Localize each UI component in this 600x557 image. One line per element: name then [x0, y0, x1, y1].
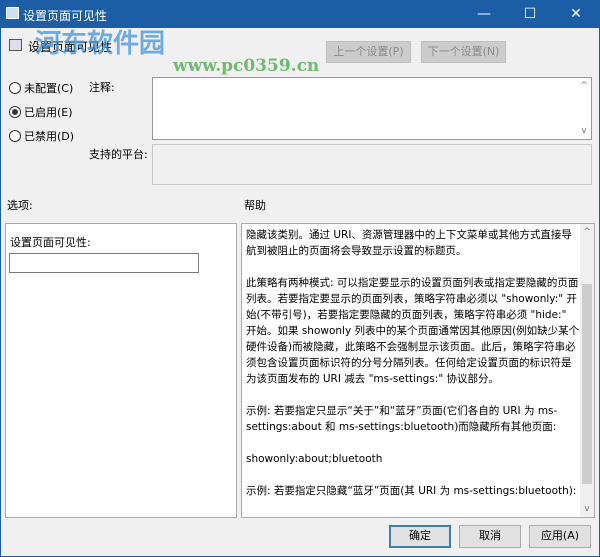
- ok-button[interactable]: 确定: [389, 525, 451, 548]
- visibility-input[interactable]: [9, 253, 199, 273]
- next-setting-button[interactable]: 下一个设置(N): [421, 41, 506, 63]
- apply-button[interactable]: 应用(A): [529, 525, 591, 548]
- window-title: 设置页面可见性: [23, 9, 108, 23]
- cancel-button[interactable]: 取消: [459, 525, 521, 548]
- radio-circle[interactable]: [9, 106, 21, 118]
- title-bar: 设置页面可见性 — ☐ ✕: [1, 1, 599, 28]
- platform-label: 支持的平台:: [89, 148, 148, 161]
- scroll-thumb[interactable]: [582, 284, 592, 484]
- maximize-button[interactable]: ☐: [507, 1, 553, 28]
- help-scrollbar[interactable]: ^ v: [580, 224, 594, 517]
- policy-name: 设置页面可见性: [28, 40, 113, 54]
- help-panel: 隐藏该类别。通过 URI、资源管理器中的上下文菜单或其他方式直接导航到被阻止的页…: [241, 223, 595, 518]
- radio-disabled[interactable]: 已禁用(D): [9, 128, 74, 144]
- platform-field: [152, 144, 592, 185]
- comment-label: 注释:: [89, 81, 115, 94]
- comment-textarea[interactable]: ^ v: [152, 77, 592, 140]
- options-panel: 设置页面可见性:: [5, 223, 237, 518]
- radio-enabled[interactable]: 已启用(E): [9, 104, 73, 120]
- help-text: 隐藏该类别。通过 URI、资源管理器中的上下文菜单或其他方式直接导航到被阻止的页…: [246, 229, 580, 497]
- radio-not-configured[interactable]: 未配置(C): [9, 80, 73, 96]
- radio-circle[interactable]: [9, 82, 21, 94]
- comment-scrollbar[interactable]: ^ v: [577, 78, 591, 139]
- window-icon: [6, 7, 19, 19]
- help-heading: 帮助: [244, 199, 266, 212]
- prev-setting-button[interactable]: 上一个设置(P): [326, 41, 411, 63]
- policy-icon: [9, 39, 22, 51]
- close-button[interactable]: ✕: [553, 1, 599, 28]
- options-heading: 选项:: [7, 199, 33, 212]
- radio-circle[interactable]: [9, 130, 21, 142]
- minimize-button[interactable]: —: [461, 1, 507, 28]
- visibility-field-label: 设置页面可见性:: [10, 236, 91, 249]
